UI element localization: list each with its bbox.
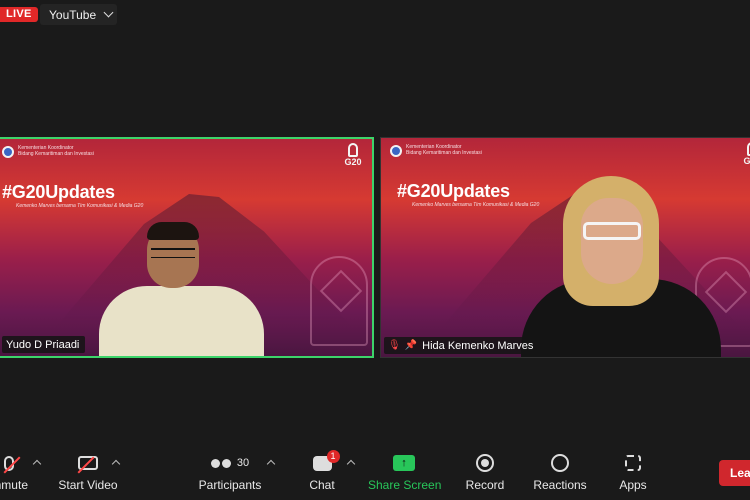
livestream-target-label: YouTube: [49, 7, 97, 22]
participant-name-tag: Yudo D Priaadi: [2, 336, 86, 353]
ministry-logo-icon: [2, 146, 14, 158]
g20-logo: G20: [339, 143, 367, 167]
smiley-icon: [551, 454, 569, 472]
apps-icon: [625, 455, 641, 471]
g20-emblem-icon: [348, 143, 358, 157]
record-label: Record: [465, 478, 505, 492]
apps-button[interactable]: Apps: [617, 453, 649, 492]
start-video-button[interactable]: Start Video: [56, 453, 120, 492]
participant-name-tag: 🎙 📌 Hida Kemenko Marves: [384, 337, 540, 354]
participant-video: [99, 222, 264, 356]
start-video-label: Start Video: [58, 478, 118, 492]
chevron-down-icon: [103, 7, 114, 18]
batik-ornament: [310, 256, 368, 346]
video-tile-speaker[interactable]: Kementerian Koordinator Bidang Kemaritim…: [0, 137, 374, 358]
video-tile-pinned[interactable]: Kementerian Koordinator Bidang Kemaritim…: [380, 137, 750, 358]
participant-video: [521, 176, 721, 357]
participant-name: Yudo D Priaadi: [6, 338, 80, 351]
ministry-logo-icon: [390, 145, 402, 157]
participants-label: Participants: [198, 478, 262, 492]
meeting-topbar: LIVE YouTube: [0, 0, 750, 30]
g20-logo: G20: [738, 142, 750, 166]
chat-options-caret-icon[interactable]: [346, 459, 356, 469]
record-button[interactable]: Record: [464, 453, 506, 492]
leave-button[interactable]: Leave: [719, 460, 750, 486]
hashtag-title: #G20Updates: [2, 182, 115, 202]
reactions-label: Reactions: [533, 478, 587, 492]
mic-muted-icon: 🎙: [388, 340, 401, 351]
share-screen-icon: ↑: [393, 455, 415, 471]
unmute-button[interactable]: Unmute: [0, 453, 28, 492]
participant-glasses: [151, 248, 195, 258]
pin-icon: 📌: [404, 340, 418, 351]
people-icon: [210, 458, 231, 468]
share-screen-button[interactable]: ↑ Share Screen: [368, 453, 442, 492]
ministry-name: Kementerian Koordinator Bidang Kemaritim…: [406, 144, 482, 156]
participant-glasses: [583, 222, 641, 240]
participants-button[interactable]: 30 Participants: [197, 453, 263, 492]
reactions-button[interactable]: Reactions: [533, 453, 587, 492]
chat-button[interactable]: 1 Chat: [304, 449, 340, 492]
participant-name: Hida Kemenko Marves: [422, 339, 534, 352]
participant-hair: [147, 222, 199, 240]
livestream-dropdown[interactable]: YouTube: [40, 4, 117, 25]
participants-count: 30: [236, 457, 250, 469]
camera-off-icon: [77, 456, 98, 474]
participant-face: [581, 198, 643, 284]
audio-options-caret-icon[interactable]: [32, 459, 42, 469]
chat-label: Chat: [309, 478, 335, 492]
meeting-controls-toolbar: Unmute Start Video 30 Participants 1 Cha…: [0, 447, 750, 500]
chat-unread-badge: 1: [326, 449, 340, 463]
share-screen-label: Share Screen: [368, 478, 442, 492]
ministry-name: Kementerian Koordinator Bidang Kemaritim…: [18, 145, 94, 157]
record-icon: [476, 454, 494, 472]
background-subtitle: Kemenko Marves bersama Tim Komunikasi & …: [16, 203, 144, 209]
unmute-label: Unmute: [0, 478, 28, 492]
participant-shirt: [99, 286, 264, 356]
microphone-muted-icon: [3, 455, 21, 473]
participants-options-caret-icon[interactable]: [266, 459, 276, 469]
apps-label: Apps: [619, 478, 647, 492]
hashtag-title: #G20Updates: [397, 181, 510, 201]
chat-bubble-icon: 1: [312, 449, 340, 471]
live-badge: LIVE: [0, 7, 38, 22]
